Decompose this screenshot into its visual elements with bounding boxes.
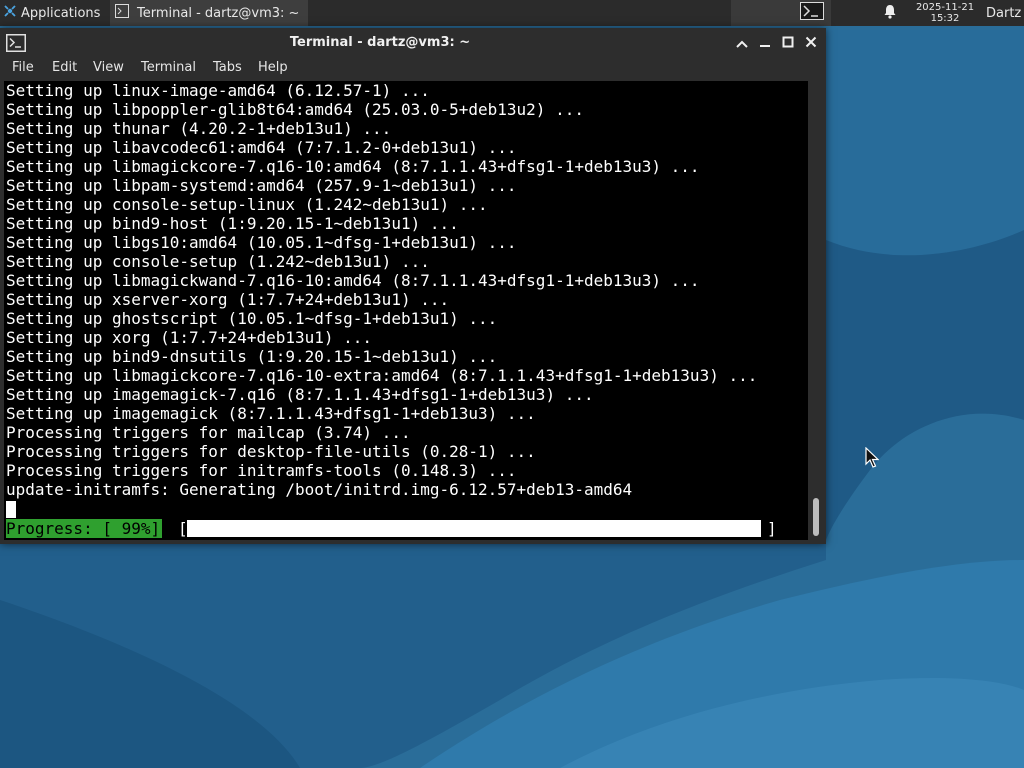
scrollbar-thumb[interactable] (813, 498, 819, 536)
mouse-pointer-icon (865, 446, 880, 473)
menu-view[interactable]: View (93, 60, 124, 75)
terminal-line: Setting up linux-image-amd64 (6.12.57-1)… (6, 81, 430, 100)
clock-time: 15:32 (930, 13, 960, 24)
progress-bar (187, 520, 761, 537)
terminal-line: Setting up libpoppler-glib8t64:amd64 (25… (6, 100, 584, 119)
terminal-line: update-initramfs: Generating /boot/initr… (6, 480, 633, 499)
chevron-up-icon (736, 33, 748, 52)
terminal-line: Setting up libgs10:amd64 (10.05.1~dfsg-1… (6, 233, 517, 252)
terminal-window: Terminal - dartz@vm3: ~ File Edit View T… (0, 28, 826, 544)
top-panel: Applications Terminal - dartz@vm3: ~ 202… (0, 0, 1024, 26)
terminal-line: Setting up bind9-host (1:9.20.15-1~deb13… (6, 214, 459, 233)
xfce-logo-icon (3, 4, 17, 22)
clock-date: 2025-11-21 (915, 2, 975, 13)
panel-clock[interactable]: 2025-11-21 15:32 (906, 0, 984, 26)
menu-bar: File Edit View Terminal Tabs Help (0, 57, 826, 81)
terminal-line: Setting up imagemagick (8:7.1.1.43+dfsg1… (6, 404, 536, 423)
terminal-line: Processing triggers for initramfs-tools … (6, 461, 517, 480)
notifications-button[interactable] (880, 0, 900, 26)
taskbar-terminal-button[interactable]: Terminal - dartz@vm3: ~ (110, 0, 308, 26)
terminal-line: Processing triggers for desktop-file-uti… (6, 442, 536, 461)
menu-tabs[interactable]: Tabs (213, 60, 242, 75)
terminal-output[interactable]: Setting up linux-image-amd64 (6.12.57-1)… (4, 81, 808, 540)
terminal-line: Processing triggers for mailcap (3.74) .… (6, 423, 411, 442)
terminal-line: Setting up libmagickwand-7.q16-10:amd64 … (6, 271, 700, 290)
menu-terminal[interactable]: Terminal (141, 60, 196, 75)
bell-icon (883, 4, 897, 23)
minimize-button[interactable] (756, 33, 774, 51)
applications-label: Applications (21, 5, 101, 21)
terminal-line: Setting up libmagickcore-7.q16-10-extra:… (6, 366, 758, 385)
menu-file[interactable]: File (12, 60, 34, 75)
taskbar-terminal-label: Terminal - dartz@vm3: ~ (137, 5, 300, 21)
maximize-button[interactable] (779, 33, 797, 51)
progress-close-bracket: ] (767, 519, 777, 538)
terminal-line: Setting up bind9-dnsutils (1:9.20.15-1~d… (6, 347, 498, 366)
shade-button[interactable] (733, 33, 751, 51)
terminal-line: Setting up console-setup (1.242~deb13u1)… (6, 252, 430, 271)
terminal-line: Setting up libavcodec61:amd64 (7:7.1.2-0… (6, 138, 517, 157)
terminal-icon (115, 4, 129, 22)
terminal-line: Setting up thunar (4.20.2-1+deb13u1) ... (6, 119, 392, 138)
terminal-line: Setting up ghostscript (10.05.1~dfsg-1+d… (6, 309, 498, 328)
menu-edit[interactable]: Edit (52, 60, 77, 75)
terminal-scrollbar[interactable] (808, 81, 824, 540)
maximize-icon (782, 33, 794, 52)
terminal-cursor (6, 501, 16, 518)
window-titlebar[interactable]: Terminal - dartz@vm3: ~ (0, 28, 826, 57)
user-menu-button[interactable]: Dartz (986, 0, 1024, 26)
terminal-icon (800, 2, 824, 24)
menu-help[interactable]: Help (258, 60, 288, 75)
terminal-lines: Setting up linux-image-amd64 (6.12.57-1)… (6, 81, 757, 499)
minimize-icon (759, 33, 771, 52)
window-title: Terminal - dartz@vm3: ~ (289, 35, 471, 50)
progress-label: Progress: [ 99%] (6, 519, 163, 538)
applications-menu-button[interactable]: Applications (0, 0, 108, 26)
close-button[interactable] (802, 33, 820, 51)
terminal-line: Setting up console-setup-linux (1.242~de… (6, 195, 488, 214)
terminal-line: Setting up libmagickcore-7.q16-10:amd64 … (6, 157, 700, 176)
terminal-line: Setting up xserver-xorg (1:7.7+24+deb13u… (6, 290, 450, 309)
terminal-line: Setting up imagemagick-7.q16 (8:7.1.1.43… (6, 385, 594, 404)
terminal-launcher-button[interactable] (797, 0, 827, 26)
terminal-line: Setting up libpam-systemd:amd64 (257.9-1… (6, 176, 517, 195)
terminal-line: Setting up xorg (1:7.7+24+deb13u1) ... (6, 328, 373, 347)
close-icon (805, 33, 817, 52)
